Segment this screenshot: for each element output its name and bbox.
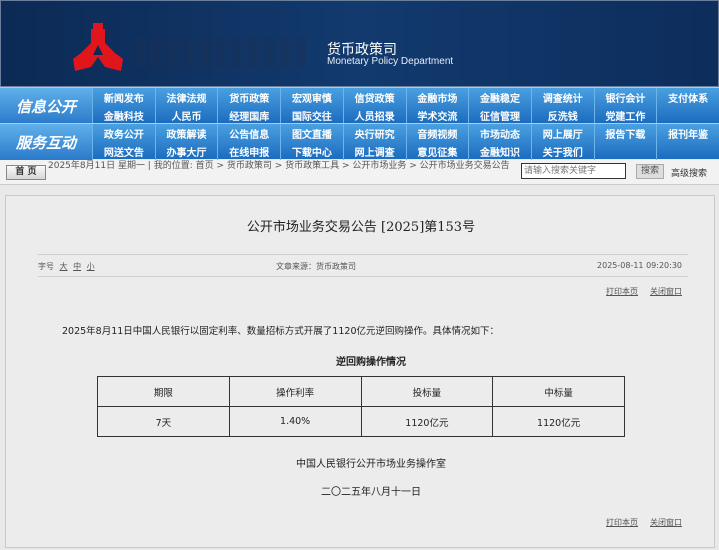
article-source: 文章来源：货币政策司 xyxy=(276,262,356,271)
header-cell: 期限 xyxy=(97,376,230,407)
bottom-links: 打印本页 关闭窗口 xyxy=(594,517,682,528)
search-button[interactable]: 搜索 xyxy=(636,164,664,179)
department-name-en: Monetary Policy Department xyxy=(327,56,454,67)
breadcrumb: 2025年8月11日 星期一 | 我的位置: 首页 > 货币政策司 > 货币政策… xyxy=(48,161,510,171)
nav-item[interactable]: 金融知识 xyxy=(468,142,531,160)
table-cell: 1120亿元 xyxy=(360,406,494,437)
nav-item[interactable]: 人民币 xyxy=(154,106,218,124)
nav-item[interactable]: 在线申报 xyxy=(217,142,280,160)
close-link[interactable]: 关闭窗口 xyxy=(650,518,682,527)
nav-item[interactable]: 金融稳定 xyxy=(468,88,531,106)
header-decoration xyxy=(136,37,311,67)
nav-label: 服务互动 xyxy=(0,124,92,160)
nav-item[interactable]: 学术交流 xyxy=(405,106,469,124)
header-cell: 投标量 xyxy=(360,376,494,407)
divider xyxy=(38,276,688,277)
top-links: 打印本页 关闭窗口 xyxy=(594,286,682,297)
table-caption: 逆回购操作情况 xyxy=(336,357,406,368)
nav-item[interactable]: 办事大厅 xyxy=(154,142,218,160)
nav-item[interactable]: 央行研究 xyxy=(342,124,406,142)
table-row: 7天 1.40% 1120亿元 1120亿元 xyxy=(97,406,625,437)
nav-item[interactable]: 调查统计 xyxy=(530,88,594,106)
nav-item[interactable]: 下载中心 xyxy=(280,142,343,160)
nav-item[interactable]: 人员招录 xyxy=(342,106,406,124)
header-cell: 操作利率 xyxy=(228,376,362,407)
nav-item[interactable]: 货币政策 xyxy=(217,88,280,106)
nav-item[interactable]: 网上调查 xyxy=(342,142,406,160)
nav-item[interactable]: 网上展厅 xyxy=(530,124,594,142)
table-cell: 1120亿元 xyxy=(492,406,625,437)
signature-date: 二〇二五年八月十一日 xyxy=(321,487,421,498)
site-header: 货币政策司 Monetary Policy Department xyxy=(0,0,719,87)
nav-item[interactable]: 法律法规 xyxy=(154,88,218,106)
search-input[interactable]: 请输入搜索关键字 xyxy=(521,163,626,179)
nav-item[interactable]: 信贷政策 xyxy=(342,88,406,106)
nav-service: 服务互动 政务公开 政策解读 公告信息 图文直播 央行研究 音频视频 市场动态 网上展厅 报告下… xyxy=(0,123,719,160)
font-small[interactable]: 小 xyxy=(87,262,95,271)
reverse-repo-table: 期限 操作利率 投标量 中标量 7天 1.40% 1120亿元 1120亿元 xyxy=(97,376,625,437)
nav-item xyxy=(656,106,719,124)
advanced-search-link[interactable]: 高级搜索 xyxy=(671,166,707,179)
table-cell: 1.40% xyxy=(228,406,362,437)
article-title: 公开市场业务交易公告 [2025]第153号 xyxy=(246,220,476,235)
nav-item[interactable]: 新闻发布 xyxy=(92,88,155,106)
header-cell: 中标量 xyxy=(492,376,625,407)
pboc-logo-icon xyxy=(73,23,123,71)
nav-item[interactable]: 宏观审慎 xyxy=(280,88,343,106)
nav-label: 信息公开 xyxy=(0,88,92,124)
font-size-controls: 字号 大 中 小 xyxy=(38,261,95,272)
home-button[interactable]: 首 页 xyxy=(6,165,46,180)
nav-item[interactable]: 公告信息 xyxy=(217,124,280,142)
article-paragraph: 2025年8月11日中国人民银行以固定利率、数量招标方式开展了1120亿元逆回购… xyxy=(62,326,499,337)
nav-item[interactable]: 关于我们 xyxy=(530,142,594,160)
nav-item[interactable]: 支付体系 xyxy=(656,88,719,106)
nav-item[interactable]: 音频视频 xyxy=(405,124,469,142)
nav-item[interactable]: 图文直播 xyxy=(280,124,343,142)
table-header-row: 期限 操作利率 投标量 中标量 xyxy=(97,376,625,407)
nav-item[interactable]: 报告下载 xyxy=(593,124,657,142)
print-link[interactable]: 打印本页 xyxy=(606,518,638,527)
print-link[interactable]: 打印本页 xyxy=(606,287,638,296)
nav-grid: 新闻发布 法律法规 货币政策 宏观审慎 信贷政策 金融市场 金融稳定 调查统计 银行会计 支付体系… xyxy=(92,88,719,124)
nav-item[interactable]: 经理国库 xyxy=(217,106,280,124)
nav-item[interactable]: 银行会计 xyxy=(593,88,657,106)
font-size-label: 字号 xyxy=(38,262,54,271)
nav-item[interactable]: 党建工作 xyxy=(593,106,657,124)
divider xyxy=(38,254,688,255)
nav-info-public: 信息公开 新闻发布 法律法规 货币政策 宏观审慎 信贷政策 金融市场 金融稳定 调查统计 银行会… xyxy=(0,87,719,124)
nav-item[interactable]: 金融市场 xyxy=(405,88,469,106)
nav-item[interactable]: 政务公开 xyxy=(92,124,155,142)
nav-item[interactable]: 征信管理 xyxy=(468,106,531,124)
nav-item[interactable]: 市场动态 xyxy=(468,124,531,142)
font-medium[interactable]: 中 xyxy=(73,262,81,271)
table-cell: 7天 xyxy=(97,406,230,437)
nav-item[interactable]: 网送文告 xyxy=(92,142,155,160)
close-link[interactable]: 关闭窗口 xyxy=(650,287,682,296)
nav-grid: 政务公开 政策解读 公告信息 图文直播 央行研究 音频视频 市场动态 网上展厅 报告下载 报刊年鉴… xyxy=(92,124,719,160)
nav-item[interactable]: 金融科技 xyxy=(92,106,155,124)
nav-item[interactable]: 国际交往 xyxy=(280,106,343,124)
nav-item xyxy=(656,142,719,160)
article-datetime: 2025-08-11 09:20:30 xyxy=(597,261,682,270)
nav-item xyxy=(593,142,657,160)
font-large[interactable]: 大 xyxy=(60,262,68,271)
signature: 中国人民银行公开市场业务操作室 xyxy=(296,459,446,470)
article-panel: 公开市场业务交易公告 [2025]第153号 字号 大 中 小 文章来源：货币政… xyxy=(5,195,715,548)
breadcrumb-bar: 首 页 2025年8月11日 星期一 | 我的位置: 首页 > 货币政策司 > … xyxy=(0,160,719,185)
nav-item[interactable]: 意见征集 xyxy=(405,142,469,160)
nav-item[interactable]: 反洗钱 xyxy=(530,106,594,124)
nav-item[interactable]: 政策解读 xyxy=(154,124,218,142)
nav-item[interactable]: 报刊年鉴 xyxy=(656,124,719,142)
